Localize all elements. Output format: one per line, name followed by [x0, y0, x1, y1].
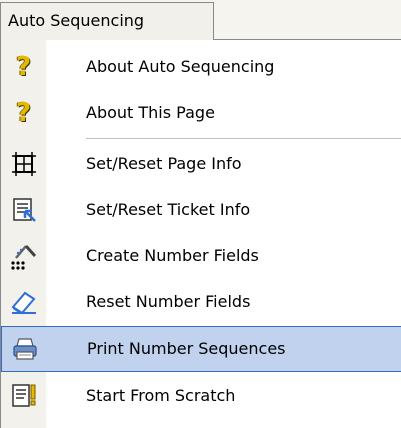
menu-item-label: Reset Number Fields — [86, 292, 251, 311]
menu-item-label: Set/Reset Ticket Info — [86, 200, 251, 219]
menu-item-label: Create Number Fields — [86, 246, 259, 265]
menu-title-auto-sequencing[interactable]: Auto Sequencing — [0, 2, 214, 40]
help-icon: ? — [15, 98, 32, 128]
menu-item-start-from-scratch[interactable]: Start From Scratch — [1, 373, 401, 419]
menu-item-label: About Auto Sequencing — [86, 57, 275, 76]
menu-separator — [86, 138, 401, 139]
help-icon: ? — [15, 52, 32, 82]
menu-item-label: Print Number Sequences — [87, 339, 286, 358]
printer-icon — [2, 327, 47, 371]
menu-item-label: About This Page — [86, 103, 215, 122]
menu-item-about-auto-sequencing[interactable]: ? About Auto Sequencing — [1, 44, 401, 90]
menu-item-set-reset-ticket-info[interactable]: Set/Reset Ticket Info — [1, 187, 401, 233]
menu-item-label: Set/Reset Page Info — [86, 154, 242, 173]
create-fields-icon — [1, 233, 46, 279]
menu-item-label: Start From Scratch — [86, 386, 236, 405]
ticket-info-icon — [1, 187, 46, 233]
menu-item-create-number-fields[interactable]: Create Number Fields — [1, 233, 401, 279]
page-frame-icon — [1, 141, 46, 187]
dropdown-menu: ? About Auto Sequencing ? About This Pag… — [0, 39, 401, 428]
menu-item-reset-number-fields[interactable]: Reset Number Fields — [1, 279, 401, 325]
document-warning-icon — [1, 373, 46, 419]
menu-item-print-number-sequences[interactable]: Print Number Sequences — [1, 326, 401, 372]
menu-item-set-reset-page-info[interactable]: Set/Reset Page Info — [1, 141, 401, 187]
eraser-icon — [1, 279, 46, 325]
menu-item-about-this-page[interactable]: ? About This Page — [1, 90, 401, 136]
